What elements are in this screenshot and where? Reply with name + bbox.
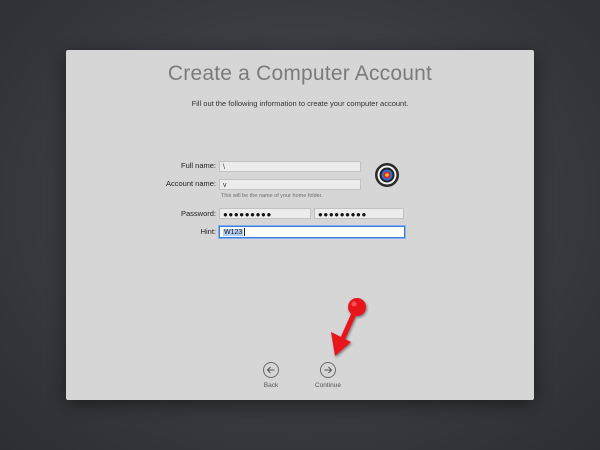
password-field[interactable]: ●●●●●●●●● [219,208,311,219]
page-subtitle: Fill out the following information to cr… [191,99,409,108]
hint-field[interactable]: W123 [219,226,405,238]
account-name-field[interactable]: v [219,179,361,190]
hint-field-text: W123 [223,229,244,236]
back-label: Back [263,382,279,389]
target-icon [375,163,399,187]
red-pointer-annotation [331,298,366,356]
password-label: Password: [180,209,216,218]
text-caret [244,228,246,237]
continue-button[interactable]: Continue [308,362,348,389]
back-button[interactable]: Back [251,362,291,389]
continue-circle [320,362,336,378]
hint-label: Hint: [200,227,216,236]
continue-label: Continue [314,382,342,389]
user-picture[interactable] [374,162,400,188]
full-name-field[interactable]: \ [219,161,361,172]
account-name-label: Account name: [165,179,216,188]
full-name-label: Full name: [180,161,216,170]
desktop-background: Create a Computer Account Fill out the f… [0,0,600,450]
back-circle [263,362,279,378]
account-name-helper: This will be the name of your home folde… [221,193,323,199]
arrow-left-icon [266,366,275,374]
page-title: Create a Computer Account [167,62,433,85]
setup-assistant-window: Create a Computer Account Fill out the f… [66,50,534,400]
arrow-right-icon [324,366,333,374]
verify-password-field[interactable]: ●●●●●●●●● [314,208,404,219]
